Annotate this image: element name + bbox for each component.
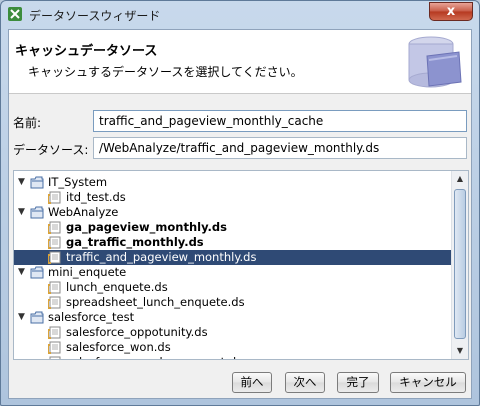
tree-file-row[interactable]: spreadsheet_lunch_enquete.ds	[14, 295, 452, 310]
tree-item-label: salesforce_oppotunity.ds	[66, 325, 208, 339]
folder-icon	[30, 206, 44, 219]
tree-list: ▼ IT_System itd_test.ds ▼ WebAnalyze ga_pagev…	[14, 171, 452, 359]
page-subtitle: キャッシュするデータソースを選択してください。	[28, 65, 303, 79]
wizard-client-area: キャッシュデータソース キャッシュするデータソースを選択してください。 名前: …	[8, 29, 472, 399]
tree-file-row[interactable]: itd_test.ds	[14, 190, 452, 205]
tree-item-label: salesforce_won_by_account.ds	[66, 355, 242, 359]
close-button[interactable]: x	[429, 2, 473, 21]
datasource-file-icon	[48, 356, 62, 359]
tree-item-label: WebAnalyze	[48, 205, 119, 219]
datasource-file-icon	[47, 326, 62, 339]
wizard-header: キャッシュデータソース キャッシュするデータソースを選択してください。	[9, 30, 471, 94]
tree-item-label: itd_test.ds	[66, 190, 126, 204]
name-label: 名前:	[13, 116, 42, 130]
datasource-file-icon	[47, 341, 62, 354]
tree-folder-row[interactable]: ▼ salesforce_test	[14, 310, 452, 325]
title-bar[interactable]: データソースウィザード x	[1, 1, 479, 29]
scroll-thumb[interactable]	[454, 189, 466, 339]
tree-item-label: lunch_enquete.ds	[66, 280, 168, 294]
chevron-down-icon[interactable]: ▼	[18, 175, 28, 190]
cancel-button[interactable]: キャンセル	[390, 372, 466, 393]
datasource-file-icon	[47, 191, 62, 204]
name-input[interactable]	[93, 110, 467, 132]
folder-icon	[30, 311, 44, 324]
tree-item-label: mini_enquete	[48, 265, 127, 279]
datasource-file-icon	[47, 251, 62, 264]
wizard-app-icon	[8, 7, 22, 21]
scroll-down-icon[interactable]: ▼	[452, 343, 468, 359]
finish-button[interactable]: 完了	[337, 372, 379, 393]
tree-item-label: spreadsheet_lunch_enquete.ds	[66, 295, 245, 309]
database-folder-icon	[408, 36, 462, 88]
tree-item-label: ga_pageview_monthly.ds	[66, 220, 227, 234]
tree-folder-row[interactable]: ▼ WebAnalyze	[14, 205, 452, 220]
chevron-down-icon[interactable]: ▼	[18, 265, 28, 280]
next-button[interactable]: 次へ	[285, 372, 325, 393]
datasource-tree[interactable]: ▼ IT_System itd_test.ds ▼ WebAnalyze ga_pagev…	[13, 170, 469, 360]
vertical-scrollbar[interactable]: ▲ ▼	[451, 171, 468, 359]
tree-folder-row[interactable]: ▼ mini_enquete	[14, 265, 452, 280]
chevron-down-icon[interactable]: ▼	[18, 205, 28, 220]
chevron-down-icon[interactable]: ▼	[18, 310, 28, 325]
datasource-file-icon	[47, 221, 62, 234]
scroll-up-icon[interactable]: ▲	[452, 171, 468, 187]
datasource-field[interactable]	[93, 137, 467, 159]
datasource-label: データソース:	[13, 143, 89, 157]
tree-folder-row[interactable]: ▼ IT_System	[14, 175, 452, 190]
page-title: キャッシュデータソース	[15, 44, 158, 59]
wizard-window: データソースウィザード x キャッシュデータソース キャッシュするデータソースを…	[0, 0, 480, 406]
tree-file-row[interactable]: ga_traffic_monthly.ds	[14, 235, 452, 250]
tree-file-row[interactable]: salesforce_won_by_account.ds	[14, 355, 452, 359]
datasource-file-icon	[47, 281, 62, 294]
datasource-file-icon	[47, 236, 62, 249]
tree-item-label: salesforce_won.ds	[66, 340, 171, 354]
tree-item-label: ga_traffic_monthly.ds	[66, 235, 204, 249]
back-button[interactable]: 前へ	[232, 372, 272, 393]
tree-file-row[interactable]: traffic_and_pageview_monthly.ds	[14, 250, 452, 265]
folder-icon	[30, 176, 44, 189]
tree-file-row[interactable]: salesforce_won.ds	[14, 340, 452, 355]
tree-file-row[interactable]: salesforce_oppotunity.ds	[14, 325, 452, 340]
tree-file-row[interactable]: lunch_enquete.ds	[14, 280, 452, 295]
tree-file-row[interactable]: ga_pageview_monthly.ds	[14, 220, 452, 235]
tree-item-label: traffic_and_pageview_monthly.ds	[66, 250, 257, 264]
tree-item-label: salesforce_test	[48, 310, 135, 324]
folder-icon	[30, 266, 44, 279]
window-title: データソースウィザード	[29, 9, 161, 23]
datasource-file-icon	[47, 296, 62, 309]
tree-item-label: IT_System	[48, 175, 108, 189]
